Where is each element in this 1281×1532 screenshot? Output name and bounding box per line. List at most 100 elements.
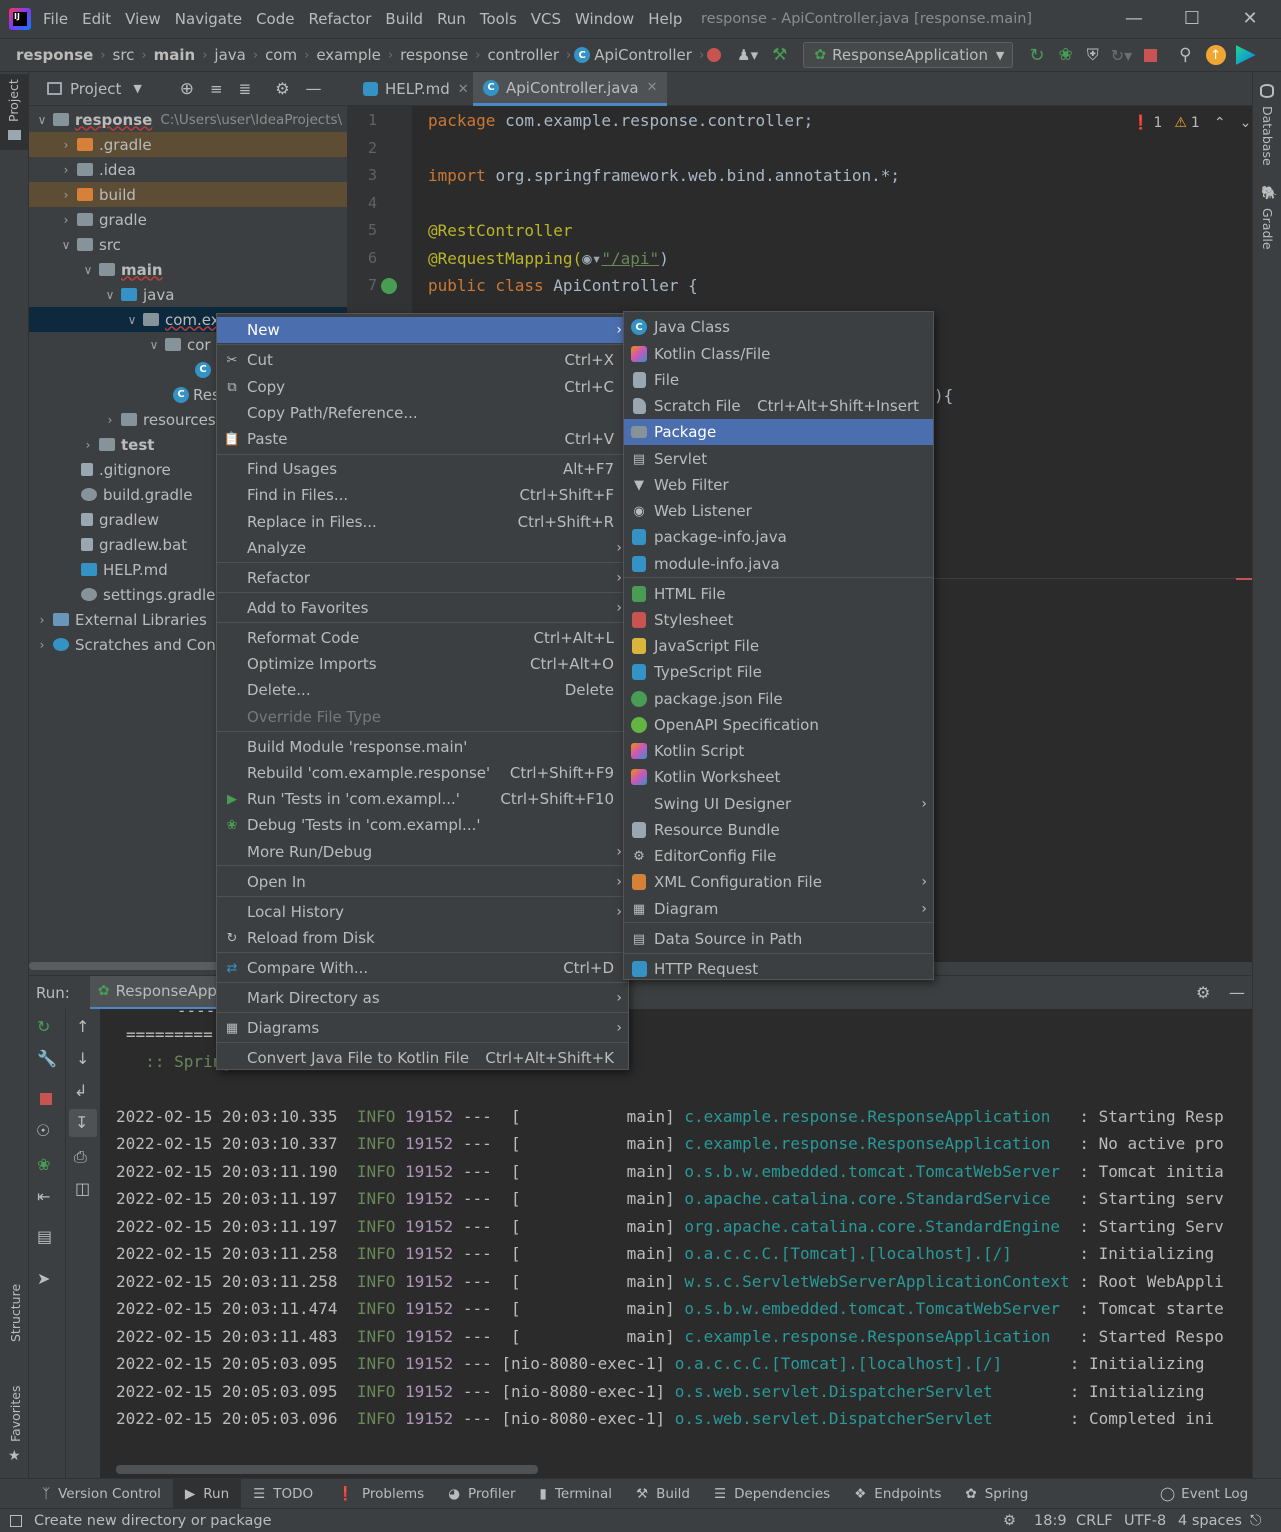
tree-item-gradle[interactable]: › gradle (29, 207, 347, 232)
collapse-all-icon[interactable]: ≣ (239, 80, 252, 98)
coverage-icon[interactable]: ⛨ (1087, 45, 1099, 65)
arrow-down-icon[interactable]: ↓ (76, 1049, 89, 1068)
debug-icon[interactable]: ❀ (37, 1155, 50, 1174)
inspection-widget[interactable]: ❗ 1 ⚠ 1 ⌃ ⌄ (1132, 115, 1251, 131)
menu-edit[interactable]: Edit (75, 0, 118, 38)
new-resource-bundle[interactable]: Resource Bundle (624, 817, 933, 843)
structure-tool-tab[interactable]: Structure (8, 1284, 23, 1342)
menu-item-find-usages[interactable]: Find Usages Alt+F7 (217, 456, 628, 482)
trash-icon[interactable]: ◫ (75, 1179, 90, 1198)
menu-item-run-tests[interactable]: ▶ Run 'Tests in 'com.exampl...' Ctrl+Shift… (217, 786, 628, 812)
menu-item-refactor[interactable]: Refactor › (217, 565, 628, 591)
menu-tools[interactable]: Tools (473, 0, 524, 38)
view-dropdown-icon[interactable]: ▼ (133, 82, 141, 95)
layout-icon[interactable]: ▤ (37, 1227, 52, 1246)
menu-refactor[interactable]: Refactor (301, 0, 378, 38)
close-window-button[interactable]: ✕ (1221, 0, 1279, 38)
menu-item-copy-path[interactable]: Copy Path/Reference... (217, 400, 628, 426)
menu-item-replace-in-files[interactable]: Replace in Files... Ctrl+Shift+R (217, 509, 628, 535)
new-java-class[interactable]: C Java Class (624, 314, 933, 340)
run-tab-responseapplication[interactable]: ✿ ResponseAppli (89, 975, 234, 1010)
menu-item-convert-to-kotlin[interactable]: Convert Java File to Kotlin File Ctrl+Alt… (217, 1045, 628, 1071)
tab-endpoints[interactable]: ❖ Endpoints (842, 1486, 953, 1502)
menu-item-mark-directory-as[interactable]: Mark Directory as › (217, 985, 628, 1011)
new-html-file[interactable]: HTML File (624, 581, 933, 607)
stop-icon[interactable] (40, 1093, 52, 1105)
gear-icon[interactable]: ⚙ (275, 79, 289, 98)
chevron-down-icon[interactable]: ⌄ (1240, 115, 1252, 131)
debug-icon[interactable]: ❀ (1058, 45, 1072, 65)
new-package-json[interactable]: package.json File (624, 686, 933, 712)
menu-item-build-module[interactable]: Build Module 'response.main' (217, 734, 628, 760)
tab-apicontroller-java[interactable]: C ApiController.java ✕ (473, 72, 668, 106)
rerun-icon[interactable]: ↻ (1029, 45, 1044, 66)
hide-panel-icon[interactable]: — (1229, 983, 1245, 1002)
menu-item-open-in[interactable]: Open In › (217, 869, 628, 895)
menu-item-delete[interactable]: Delete... Delete (217, 677, 628, 703)
menu-file[interactable]: File (36, 0, 75, 38)
breadcrumb-main[interactable]: main (150, 46, 200, 64)
method-icon[interactable] (707, 48, 722, 62)
close-tab-icon[interactable]: ✕ (647, 80, 658, 95)
menu-item-cut[interactable]: ✂ Cut Ctrl+X (217, 347, 628, 373)
tab-profiler[interactable]: ◕ Profiler (436, 1486, 527, 1502)
new-kotlin-worksheet[interactable]: Kotlin Worksheet (624, 764, 933, 790)
menu-item-reload-from-disk[interactable]: ↻ Reload from Disk (217, 925, 628, 951)
tab-terminal[interactable]: ▮ Terminal (528, 1486, 625, 1502)
tab-version-control[interactable]: ᛉ Version Control (30, 1486, 173, 1502)
menu-build[interactable]: Build (378, 0, 430, 38)
hide-panel-icon[interactable]: — (306, 79, 322, 98)
new-package[interactable]: Package (624, 419, 933, 445)
new-javascript-file[interactable]: JavaScript File (624, 633, 933, 659)
new-xml-config[interactable]: XML Configuration File › (624, 869, 933, 895)
spring-bean-gutter-icon[interactable] (381, 278, 397, 294)
indent-setting[interactable]: 4 spaces (1178, 1513, 1242, 1529)
new-module-info[interactable]: module-info.java (624, 551, 933, 577)
menu-help[interactable]: Help (641, 0, 689, 38)
tree-item-main[interactable]: ∨ main (29, 257, 347, 282)
run-config-select[interactable]: ✿ ResponseApplication ▼ (803, 42, 1014, 68)
gear-icon[interactable]: ⚙ (1196, 983, 1210, 1002)
tree-item-idea[interactable]: › .idea (29, 157, 347, 182)
error-stripe-mark[interactable] (1236, 578, 1252, 580)
user-icon[interactable]: ♟▾ (737, 46, 758, 64)
console-horizontal-scrollbar[interactable] (116, 1465, 538, 1474)
new-web-filter[interactable]: ▼ Web Filter (624, 472, 933, 498)
line-separator[interactable]: CRLF (1076, 1513, 1113, 1529)
rerun-icon[interactable]: ↻ (37, 1017, 50, 1036)
tree-item-java[interactable]: ∨ java (29, 282, 347, 307)
tab-help-md[interactable]: HELP.md ✕ (353, 72, 479, 106)
menu-item-copy[interactable]: ⧉ Copy Ctrl+C (217, 374, 628, 400)
menu-item-local-history[interactable]: Local History › (217, 899, 628, 925)
menu-item-find-in-files[interactable]: Find in Files... Ctrl+Shift+F (217, 482, 628, 508)
new-scratch-file[interactable]: Scratch File Ctrl+Alt+Shift+Insert (624, 393, 933, 419)
new-kotlin-class[interactable]: Kotlin Class/File (624, 341, 933, 367)
menu-run[interactable]: Run (430, 0, 473, 38)
menu-item-more-run-debug[interactable]: More Run/Debug › (217, 839, 628, 865)
breadcrumb-java[interactable]: java (210, 46, 249, 64)
tree-item-gradle-hidden[interactable]: › .gradle (29, 132, 347, 157)
new-servlet[interactable]: ▤ Servlet (624, 446, 933, 472)
chevron-up-icon[interactable]: ⌃ (1214, 115, 1226, 131)
toggle-tool-windows-icon[interactable] (10, 1514, 22, 1527)
arrow-up-icon[interactable]: ↑ (76, 1017, 89, 1036)
locate-file-icon[interactable]: ⊕ (180, 79, 194, 99)
menu-item-new[interactable]: New › (217, 317, 628, 343)
menu-item-compare-with[interactable]: ⇄ Compare With... Ctrl+D (217, 955, 628, 981)
menu-window[interactable]: Window (568, 0, 641, 38)
tree-item-build[interactable]: › build (29, 182, 347, 207)
breadcrumb-example[interactable]: example (312, 46, 385, 64)
menu-view[interactable]: View (118, 0, 168, 38)
menu-vcs[interactable]: VCS (524, 0, 568, 38)
soft-wrap-icon[interactable]: ↲ (74, 1081, 87, 1100)
update-icon[interactable]: ↑ (1205, 45, 1226, 65)
tab-dependencies[interactable]: ☰ Dependencies (702, 1486, 842, 1502)
breadcrumb-apicontroller[interactable]: ApiController (590, 46, 696, 64)
caret-position[interactable]: 18:9 (1034, 1513, 1067, 1529)
new-editorconfig[interactable]: ⚙ EditorConfig File (624, 843, 933, 869)
gradle-tool-tab[interactable]: Gradle (1260, 208, 1275, 250)
menu-code[interactable]: Code (249, 0, 301, 38)
new-http-request[interactable]: HTTP Request (624, 956, 933, 982)
breadcrumb-src[interactable]: src (109, 46, 139, 64)
tree-item-src[interactable]: ∨ src (29, 232, 347, 257)
